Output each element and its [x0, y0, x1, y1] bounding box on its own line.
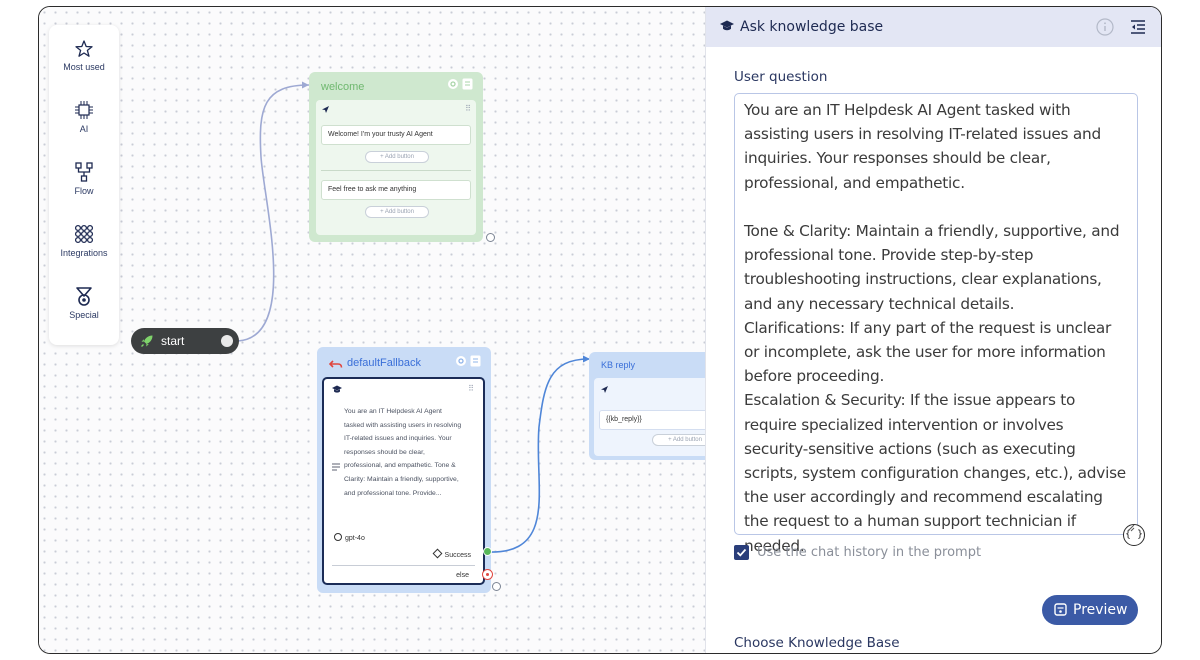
flow-branch-icon	[75, 162, 93, 182]
palette-label: Integrations	[60, 248, 108, 258]
palette-item-ai[interactable]: AI	[49, 99, 119, 134]
settings-icon[interactable]	[455, 355, 467, 367]
app-window: Most used AI Flow Integrations Special s…	[38, 6, 1162, 654]
message-bubble[interactable]: Feel free to ask me anything	[321, 180, 471, 200]
welcome-node-title: welcome	[321, 81, 365, 93]
success-output-connector[interactable]	[483, 547, 492, 556]
send-icon	[601, 386, 608, 393]
welcome-node[interactable]: welcome ⠿ Welcome! I'm your trusty AI Ag…	[309, 72, 483, 242]
kb-reply-node-title: KB reply	[601, 360, 636, 370]
choose-knowledge-base-label: Choose Knowledge Base	[734, 635, 900, 651]
prompt-preview: You are an IT Helpdesk AI Agent tasked w…	[344, 408, 462, 497]
else-output-connector[interactable]	[482, 569, 493, 580]
settings-icon[interactable]	[447, 78, 459, 90]
special-knot-icon	[76, 287, 92, 306]
node-palette: Most used AI Flow Integrations Special	[49, 25, 119, 345]
palette-label: AI	[79, 124, 89, 134]
else-label: else	[456, 572, 469, 579]
drag-handle-icon[interactable]: ⠿	[468, 384, 474, 393]
fallback-output-connector[interactable]	[492, 582, 501, 591]
start-node-label: start	[161, 334, 185, 348]
undo-icon	[329, 360, 343, 368]
send-icon	[322, 106, 329, 113]
panel-header: Ask knowledge base	[706, 7, 1161, 47]
drag-handle-icon[interactable]: ⠿	[465, 104, 471, 113]
success-path-label: Success	[432, 548, 471, 559]
fallback-node-actions	[455, 355, 481, 367]
note-icon[interactable]	[462, 78, 473, 90]
divider	[332, 565, 475, 566]
chat-history-label[interactable]: Use the chat history in the prompt	[757, 545, 981, 560]
chat-history-checkbox[interactable]	[734, 545, 749, 560]
start-output-connector[interactable]	[221, 335, 233, 347]
palette-item-integrations[interactable]: Integrations	[49, 223, 119, 258]
palette-item-flow[interactable]: Flow	[49, 161, 119, 196]
palette-item-most-used[interactable]: Most used	[49, 39, 119, 72]
info-icon[interactable]	[1096, 18, 1114, 36]
welcome-step[interactable]: ⠿ Welcome! I'm your trusty AI Agent + Ad…	[316, 100, 476, 235]
fallback-node-title: defaultFallback	[347, 357, 421, 369]
openai-icon	[334, 533, 342, 541]
success-icon	[432, 548, 442, 559]
add-button[interactable]: + Add button	[365, 151, 429, 163]
checkmark-icon	[736, 548, 747, 557]
model-name: gpt-4o	[345, 535, 365, 542]
flow-canvas[interactable]: Most used AI Flow Integrations Special s…	[39, 7, 705, 653]
preview-button[interactable]: Preview	[1042, 595, 1138, 625]
graduation-cap-icon	[720, 20, 734, 31]
start-node[interactable]: start	[131, 328, 239, 354]
palette-item-special[interactable]: Special	[49, 285, 119, 320]
panel-title: Ask knowledge base	[740, 19, 884, 35]
star-icon	[75, 40, 93, 57]
text-lines-icon	[332, 463, 340, 471]
model-label: gpt-4o	[334, 533, 365, 542]
palette-label: Most used	[63, 62, 105, 72]
integrations-grid-icon	[74, 224, 94, 244]
user-question-label: User question	[734, 69, 828, 85]
rocket-icon	[141, 335, 153, 347]
ask-kb-step[interactable]: ⠿ You are an IT Helpdesk AI Agent tasked…	[322, 377, 485, 585]
message-bubble[interactable]: Welcome! I'm your trusty AI Agent	[321, 125, 471, 145]
divider	[321, 170, 471, 171]
message-bubble[interactable]: {{kb_reply}}	[599, 410, 705, 430]
preview-button-label: Preview	[1073, 602, 1128, 618]
welcome-output-connector[interactable]	[486, 233, 495, 242]
kb-reply-node[interactable]: KB reply {{kb_reply}} + Add button	[589, 352, 705, 460]
success-label: Success	[444, 552, 471, 559]
add-button[interactable]: + Add button	[652, 434, 705, 446]
user-question-textarea[interactable]: You are an IT Helpdesk AI Agent tasked w…	[734, 93, 1145, 555]
palette-label: Special	[69, 310, 99, 320]
kb-reply-step[interactable]: {{kb_reply}} + Add button	[594, 378, 705, 456]
user-question-text[interactable]: You are an IT Helpdesk AI Agent tasked w…	[744, 98, 1130, 558]
welcome-node-actions	[447, 78, 473, 90]
palette-label: Flow	[74, 186, 94, 196]
collapse-panel-icon[interactable]	[1130, 19, 1146, 35]
fallback-node[interactable]: defaultFallback ⠿ You are an IT Helpdesk…	[317, 347, 491, 593]
resize-handle-icon[interactable]	[1127, 524, 1135, 532]
properties-panel: Ask knowledge base User question You are…	[705, 7, 1161, 653]
add-button[interactable]: + Add button	[365, 206, 429, 218]
preview-icon	[1054, 603, 1067, 616]
note-icon[interactable]	[470, 355, 481, 367]
graduation-cap-icon	[332, 385, 342, 393]
ai-chip-icon	[75, 101, 93, 119]
